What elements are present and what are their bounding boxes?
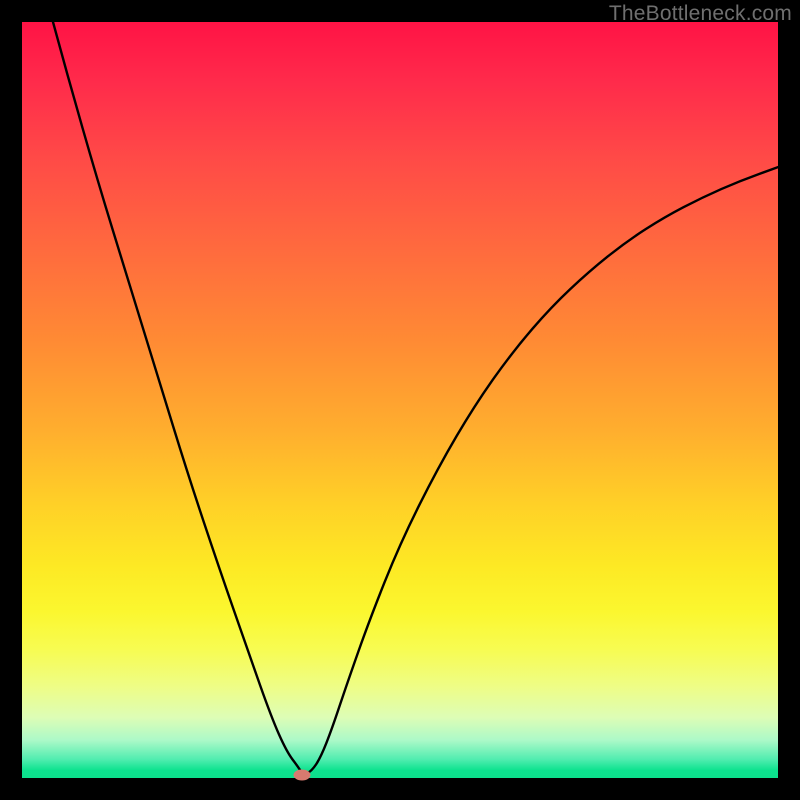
chart-plot-area <box>22 22 778 778</box>
attribution-label: TheBottleneck.com <box>609 2 792 26</box>
bottleneck-curve <box>22 22 778 778</box>
optimum-marker <box>293 769 310 780</box>
